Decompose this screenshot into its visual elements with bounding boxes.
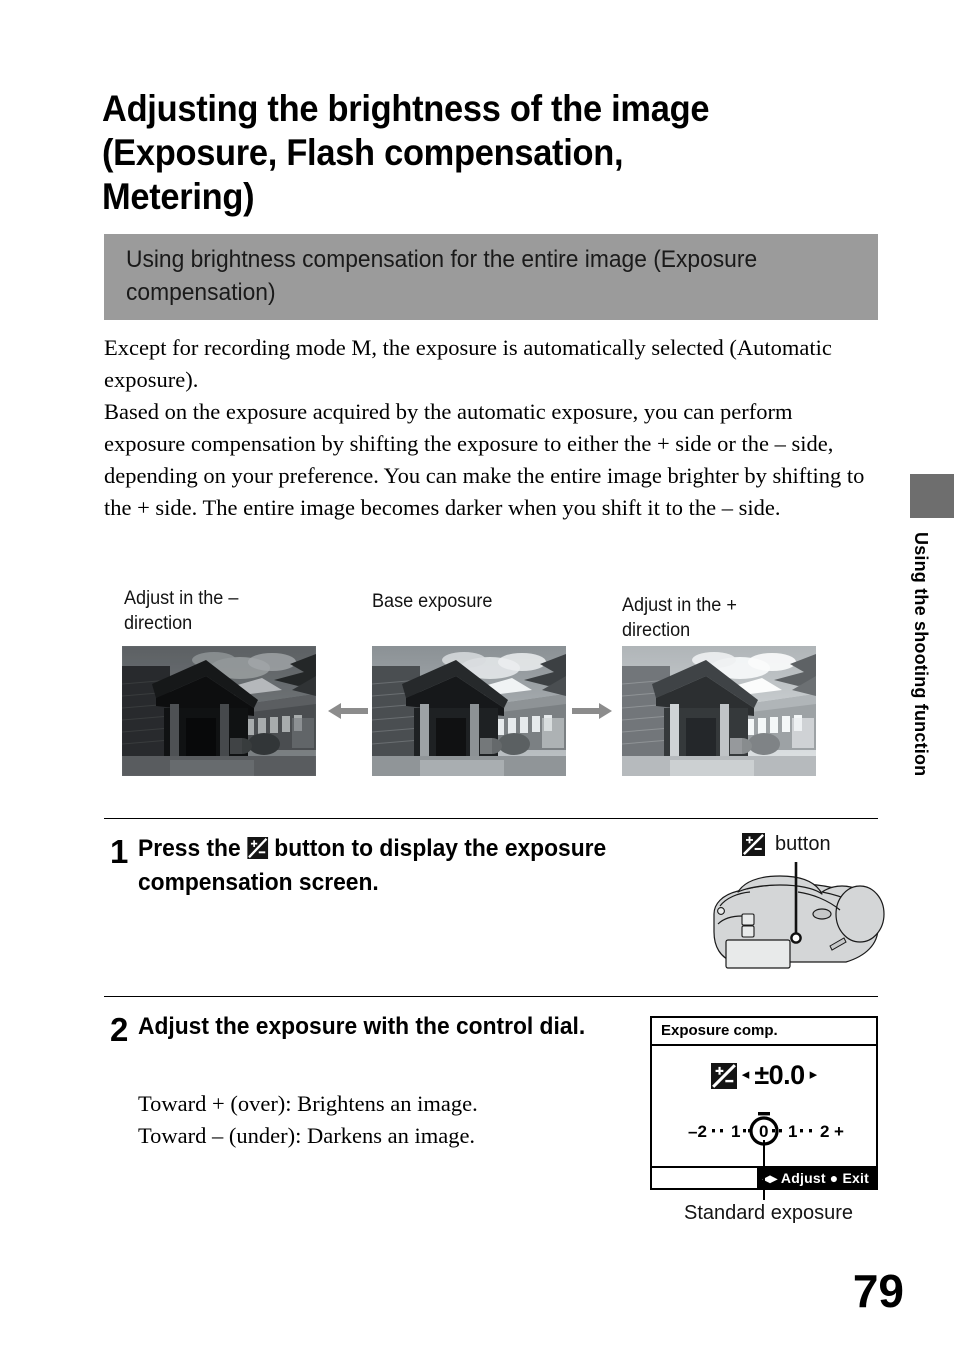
section-subheading-text: Using brightness compensation for the en… [126, 246, 758, 306]
lcd-left-triangle-icon[interactable]: ◂ [742, 1068, 750, 1083]
exposure-compensation-icon [742, 833, 765, 856]
figure-caption-plus: Adjust in the + direction [622, 595, 737, 641]
figure-caption-minus: Adjust in the – direction [124, 588, 239, 634]
intro-paragraph-1: Except for recording mode M, the exposur… [104, 335, 832, 392]
photo-overexposed [622, 646, 816, 776]
lcd-screen-title: Exposure comp. [652, 1018, 876, 1046]
svg-text:1: 1 [731, 1122, 740, 1141]
step-2-sub-line-1: Toward + (over): Brightens an image. [138, 1091, 478, 1116]
step-1-text: Press the button to display the exposure… [138, 832, 643, 900]
step-2-sub-line-2: Toward – (under): Darkens an image. [138, 1123, 476, 1148]
button-callout-label: button [775, 833, 831, 855]
arrow-left-icon [328, 702, 368, 720]
manual-page: Adjusting the brightness of the image (E… [0, 0, 954, 1345]
chapter-edge-tab [910, 474, 954, 518]
step-2-sub-text: Toward + (over): Brightens an image. Tow… [138, 1088, 638, 1152]
photo-underexposed-graphic [122, 646, 316, 776]
photo-base-exposure-graphic [372, 646, 566, 776]
svg-text:–2: –2 [688, 1122, 707, 1141]
photo-overexposed-graphic [622, 646, 816, 776]
exposure-compensation-icon [710, 1062, 737, 1089]
section-subheading-bar: Using brightness compensation for the en… [104, 234, 878, 320]
step-1-text-before: Press the [138, 835, 241, 862]
step-2-number: 2 [110, 1011, 129, 1048]
lcd-bottom-guide-text: ◂▸ Adjust ● Exit [756, 1168, 876, 1188]
svg-text:2: 2 [820, 1122, 829, 1141]
divider-rule-bottom [104, 996, 878, 997]
intro-body-text: Except for recording mode M, the exposur… [104, 332, 874, 524]
page-number: 79 [852, 1265, 904, 1317]
figure-caption-base: Base exposure [372, 591, 493, 612]
lcd-caption: Standard exposure [682, 1200, 856, 1226]
step-1-number: 1 [110, 833, 129, 870]
step-1: 1 Press the button to display the exposu… [110, 832, 670, 900]
lcd-right-triangle-icon[interactable]: ▸ [810, 1068, 818, 1083]
chapter-edge-label: Using the shooting function [911, 532, 931, 777]
svg-text:+: + [834, 1122, 844, 1141]
step-2: 2 Adjust the exposure with the control d… [110, 1010, 650, 1048]
camera-top-view-illustration [694, 862, 890, 974]
svg-text:1: 1 [788, 1122, 797, 1141]
svg-text:0: 0 [759, 1122, 768, 1141]
photo-underexposed [122, 646, 316, 776]
arrow-right-icon [572, 702, 612, 720]
step-2-text: Adjust the exposure with the control dia… [138, 1013, 586, 1040]
exposure-compensation-icon [246, 835, 268, 860]
page-title: Adjusting the brightness of the image (E… [102, 87, 710, 217]
exposure-comparison-figure: Adjust in the – direction Base exposure … [104, 584, 894, 784]
button-callout: button [742, 833, 831, 856]
intro-paragraph-2: Based on the exposure acquired by the au… [104, 399, 865, 520]
lcd-value-row: ◂ ±0.0 ▸ [652, 1062, 876, 1089]
photo-base-exposure [372, 646, 566, 776]
lcd-exposure-value: ±0.0 [754, 1060, 805, 1090]
divider-rule-top [104, 818, 878, 819]
